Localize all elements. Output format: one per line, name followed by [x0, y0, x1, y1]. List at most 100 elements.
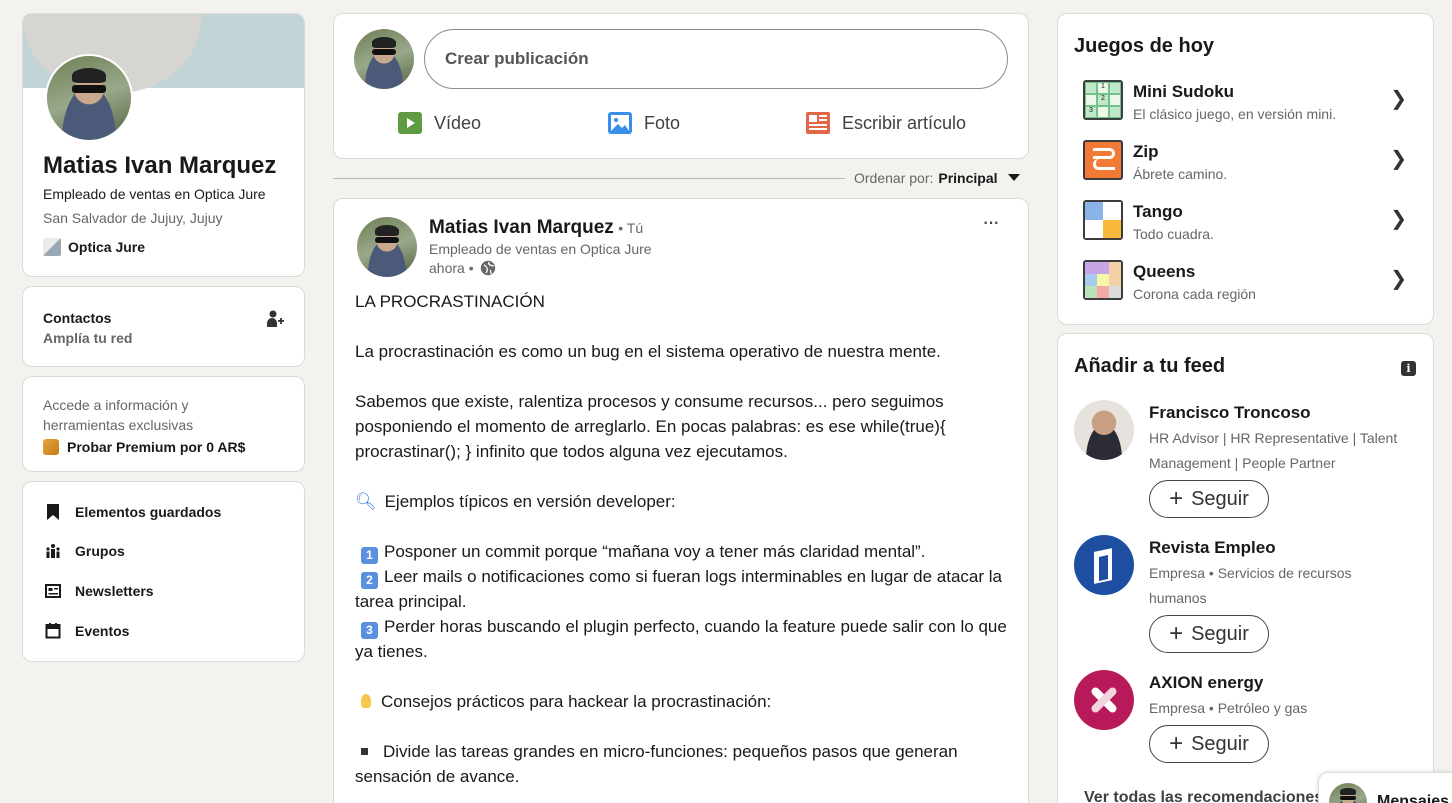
suggestion-desc: HR Advisor | HR Representative | Talent … — [1149, 430, 1398, 471]
profile-name[interactable]: Matias Ivan Marquez — [43, 152, 276, 180]
game-name: Mini Sudoku — [1133, 82, 1235, 101]
game-name: Tango — [1133, 202, 1183, 221]
newsletter-icon — [45, 584, 61, 598]
contacts-subtitle: Amplía tu red — [43, 330, 133, 346]
groups-icon — [46, 544, 60, 558]
follow-label: Seguir — [1191, 622, 1249, 645]
suggestion-desc: Empresa • Servicios de recursos humanos — [1149, 565, 1352, 606]
add-person-icon[interactable] — [265, 309, 285, 329]
profile-location: San Salvador de Jujuy, Jujuy — [43, 210, 223, 226]
magnifier-icon: 🔍︎ — [355, 492, 377, 511]
person-avatar[interactable] — [1074, 400, 1134, 460]
games-title: Juegos de hoy — [1074, 35, 1215, 57]
follow-label: Seguir — [1191, 487, 1249, 510]
feed-title: Añadir a tu feed — [1074, 355, 1226, 377]
zip-icon — [1083, 140, 1123, 180]
list-item-text: Perder horas buscando el plugin perfecto… — [355, 617, 1007, 661]
create-post-input[interactable]: Crear publicación — [424, 29, 1008, 89]
premium-text: Accede a información y herramientas excl… — [43, 397, 194, 433]
suggestion-name[interactable]: Francisco Troncoso — [1149, 403, 1311, 423]
post-author-headline: Empleado de ventas en Optica Jure — [429, 241, 652, 257]
messaging-avatar — [1329, 783, 1367, 803]
tip-text: Divide las tareas grandes en micro-funci… — [355, 742, 958, 786]
shortcut-newsletters[interactable]: Newsletters — [45, 583, 154, 599]
post-author-avatar[interactable] — [357, 217, 417, 277]
shortcut-groups[interactable]: Grupos — [45, 543, 125, 559]
video-action[interactable]: Vídeo — [398, 112, 481, 134]
bullet-icon — [361, 748, 368, 755]
post-time-label: ahora • — [429, 260, 474, 276]
post-list-item: 3 Perder horas buscando el plugin perfect… — [355, 614, 1010, 664]
list-item-text: Posponer un commit porque “mañana voy a … — [384, 542, 926, 561]
caret-down-icon — [1007, 174, 1020, 181]
shortcut-saved[interactable]: Elementos guardados — [45, 503, 221, 521]
shortcut-label: Newsletters — [75, 583, 154, 599]
company-avatar[interactable] — [1074, 670, 1134, 730]
follow-button[interactable]: + Seguir — [1149, 725, 1269, 763]
photo-label: Foto — [644, 112, 681, 133]
plus-icon: + — [1169, 620, 1184, 647]
premium-card[interactable]: Accede a información y herramientas excl… — [22, 376, 305, 472]
photo-icon — [608, 112, 632, 134]
company-logo-icon — [43, 238, 61, 256]
shortcut-label: Elementos guardados — [75, 504, 222, 520]
globe-icon — [480, 260, 495, 276]
photo-action[interactable]: Foto — [608, 112, 680, 134]
article-label: Escribir artículo — [842, 112, 967, 133]
suggestion-name[interactable]: AXION energy — [1149, 673, 1263, 693]
info-icon[interactable]: i — [1401, 361, 1416, 376]
sort-control[interactable]: Ordenar por: Principal — [854, 170, 1020, 186]
follow-button[interactable]: + Seguir — [1149, 480, 1269, 518]
game-item[interactable]: Tango Todo cuadra. ❯ — [1058, 196, 1433, 252]
post-paragraph: La procrastinación es como un bug en el … — [355, 342, 941, 361]
composer-avatar[interactable] — [354, 29, 414, 89]
keycap-2-icon: 2 — [361, 572, 378, 589]
follow-button[interactable]: + Seguir — [1149, 615, 1269, 653]
game-name: Queens — [1133, 262, 1196, 281]
create-post-placeholder: Crear publicación — [445, 49, 589, 68]
add-to-feed-card: Añadir a tu feed i Francisco Troncoso HR… — [1057, 333, 1434, 803]
list-item-text: Leer mails o notificaciones como si fuer… — [355, 567, 1002, 611]
bookmark-icon — [47, 504, 59, 520]
game-desc: Todo cuadra. — [1133, 226, 1214, 242]
profile-avatar[interactable] — [45, 54, 133, 142]
game-desc: Corona cada región — [1133, 286, 1256, 302]
lightbulb-icon — [361, 694, 371, 708]
post-author-you: • Tú — [618, 220, 644, 236]
contacts-title: Contactos — [43, 310, 112, 326]
sort-value: Principal — [938, 170, 998, 186]
company-row[interactable]: Optica Jure — [43, 238, 145, 256]
game-item[interactable]: 1 2 3 Mini Sudoku El clásico juego, en v… — [1058, 76, 1433, 132]
post-tips-header: Consejos prácticos para hackear la procr… — [355, 689, 1010, 714]
keycap-3-icon: 3 — [361, 622, 378, 639]
company-avatar[interactable] — [1074, 535, 1134, 595]
video-label: Vídeo — [434, 112, 482, 133]
shortcut-events[interactable]: Eventos — [45, 623, 129, 639]
post-list-item: 1 Posponer un commit porque “mañana voy a… — [355, 539, 1010, 564]
see-all-recommendations-link[interactable]: Ver todas las recomendaciones — [1084, 789, 1323, 803]
sudoku-icon: 1 2 3 — [1083, 80, 1123, 120]
messaging-dock[interactable]: Mensajes — [1318, 772, 1452, 803]
game-desc: El clásico juego, en versión mini. — [1133, 106, 1337, 122]
premium-cta[interactable]: Probar Premium por 0 AR$ — [43, 439, 245, 455]
examples-header-text: Ejemplos típicos en versión developer: — [384, 492, 676, 511]
article-action[interactable]: Escribir artículo — [806, 112, 966, 134]
tips-header-text: Consejos prácticos para hackear la procr… — [381, 692, 772, 711]
chevron-right-icon: ❯ — [1390, 268, 1407, 290]
game-item[interactable]: Zip Ábrete camino. ❯ — [1058, 136, 1433, 192]
profile-card: Matias Ivan Marquez Empleado de ventas e… — [22, 13, 305, 277]
post-paragraph: Sabemos que existe, ralentiza procesos y… — [355, 392, 946, 461]
shortcuts-card: Elementos guardados Grupos Newsletters E… — [22, 481, 305, 662]
tango-icon — [1083, 200, 1123, 240]
contacts-card[interactable]: Contactos Amplía tu red — [22, 286, 305, 367]
suggestion-name[interactable]: Revista Empleo — [1149, 538, 1276, 558]
post-examples-header: 🔍︎ Ejemplos típicos en versión developer: — [355, 489, 1010, 514]
composer-card: Crear publicación Vídeo Foto Escribir ar… — [333, 13, 1029, 159]
post-more-button[interactable]: ··· — [982, 209, 1000, 235]
game-item[interactable]: Queens Corona cada región ❯ — [1058, 256, 1433, 312]
post-author-name[interactable]: Matias Ivan Marquez — [429, 217, 614, 238]
video-icon — [398, 112, 422, 134]
shortcut-label: Grupos — [75, 543, 125, 559]
premium-icon — [43, 439, 59, 455]
chevron-right-icon: ❯ — [1390, 208, 1407, 230]
